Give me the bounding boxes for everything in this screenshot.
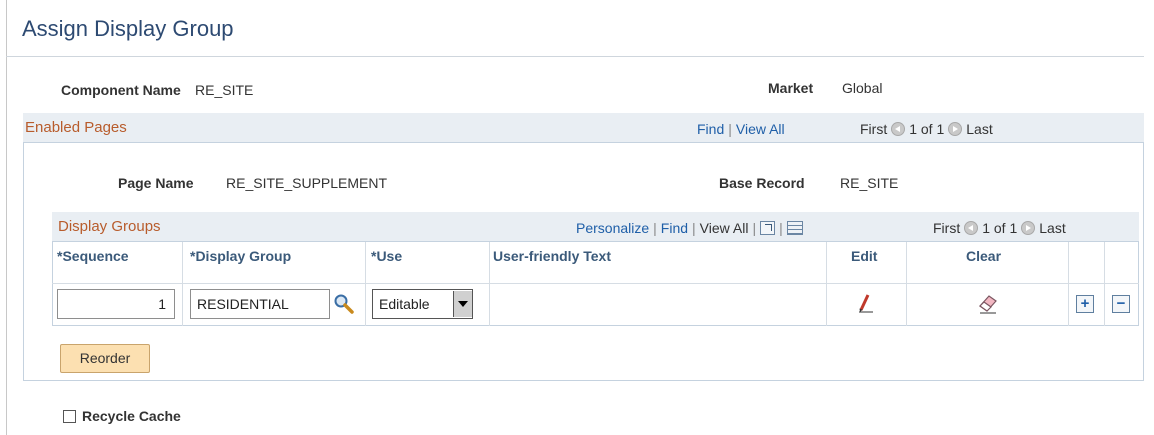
title-divider (6, 56, 1144, 57)
use-select-value: Editable (379, 296, 430, 312)
next-icon[interactable] (1021, 221, 1036, 235)
display-groups-first: First (933, 220, 961, 236)
column-header-clear: Clear (966, 248, 1002, 264)
column-divider (906, 242, 907, 326)
enabled-pages-find-link[interactable]: Find (697, 121, 724, 137)
search-icon[interactable] (333, 293, 355, 315)
column-divider (365, 242, 366, 326)
recycle-cache-label: Recycle Cache (82, 408, 181, 424)
reorder-button[interactable]: Reorder (60, 344, 150, 373)
page-name-value: RE_SITE_SUPPLEMENT (226, 175, 388, 191)
display-groups-find-link[interactable]: Find (661, 220, 688, 236)
delete-row-icon[interactable]: − (1112, 295, 1130, 313)
next-icon[interactable] (948, 122, 963, 136)
grid-icon[interactable] (786, 221, 803, 235)
market-value: Global (842, 80, 883, 96)
display-groups-pager: First 1 of 1 Last (933, 220, 1066, 236)
add-row-icon[interactable]: + (1076, 295, 1094, 313)
column-divider (182, 242, 183, 326)
enabled-pages-title: Enabled Pages (25, 119, 127, 136)
sequence-value: 1 (158, 296, 166, 312)
use-select[interactable]: Editable (372, 289, 473, 319)
enabled-pages-first: First (860, 121, 888, 137)
component-name-value: RE_SITE (195, 82, 254, 98)
column-divider (489, 242, 490, 326)
base-record-value: RE_SITE (840, 175, 899, 191)
enabled-pages-range: 1 of 1 (909, 121, 945, 137)
zoom-icon[interactable] (760, 221, 776, 235)
enabled-pages-view-all-link[interactable]: View All (736, 121, 785, 137)
separator: | (653, 220, 657, 236)
grid-header-rule (52, 283, 1139, 284)
separator: | (692, 220, 696, 236)
enabled-pages-last: Last (966, 121, 993, 137)
column-header-sequence: *Sequence (57, 248, 129, 264)
column-divider (1104, 242, 1105, 326)
prev-icon[interactable] (964, 221, 979, 235)
separator: | (752, 220, 757, 236)
enabled-pages-nav: Find | View All (697, 121, 785, 137)
personalize-link[interactable]: Personalize (576, 220, 649, 236)
chevron-down-icon[interactable] (453, 291, 472, 317)
base-record-label: Base Record (719, 175, 805, 191)
display-groups-last: Last (1039, 220, 1066, 236)
enabled-pages-pager: First 1 of 1 Last (860, 121, 993, 137)
separator: | (779, 220, 783, 236)
display-group-input[interactable]: RESIDENTIAL (190, 289, 330, 319)
sequence-input[interactable]: 1 (57, 289, 175, 319)
checkbox-icon[interactable] (63, 410, 76, 423)
display-groups-nav: Personalize | Find | View All | | (576, 220, 803, 236)
page-title: Assign Display Group (22, 16, 234, 41)
display-groups-view-all-link[interactable]: View All (700, 220, 749, 236)
column-header-display-group: *Display Group (190, 248, 292, 264)
page-name-label: Page Name (118, 175, 194, 191)
display-group-value: RESIDENTIAL (197, 296, 289, 312)
display-groups-range: 1 of 1 (982, 220, 1018, 236)
edit-pencil-icon[interactable] (853, 290, 879, 316)
left-border (6, 0, 7, 435)
column-header-use: *Use (371, 248, 403, 264)
component-name-label: Component Name (61, 82, 181, 98)
column-divider (1068, 242, 1069, 326)
eraser-icon[interactable] (974, 290, 1002, 316)
market-label: Market (768, 80, 814, 96)
separator: | (728, 121, 732, 137)
display-groups-title: Display Groups (58, 218, 161, 235)
user-friendly-text (493, 293, 813, 315)
column-header-user-friendly: User-friendly Text (493, 248, 611, 264)
column-header-edit: Edit (851, 248, 878, 264)
prev-icon[interactable] (891, 122, 906, 136)
column-divider (826, 242, 827, 326)
